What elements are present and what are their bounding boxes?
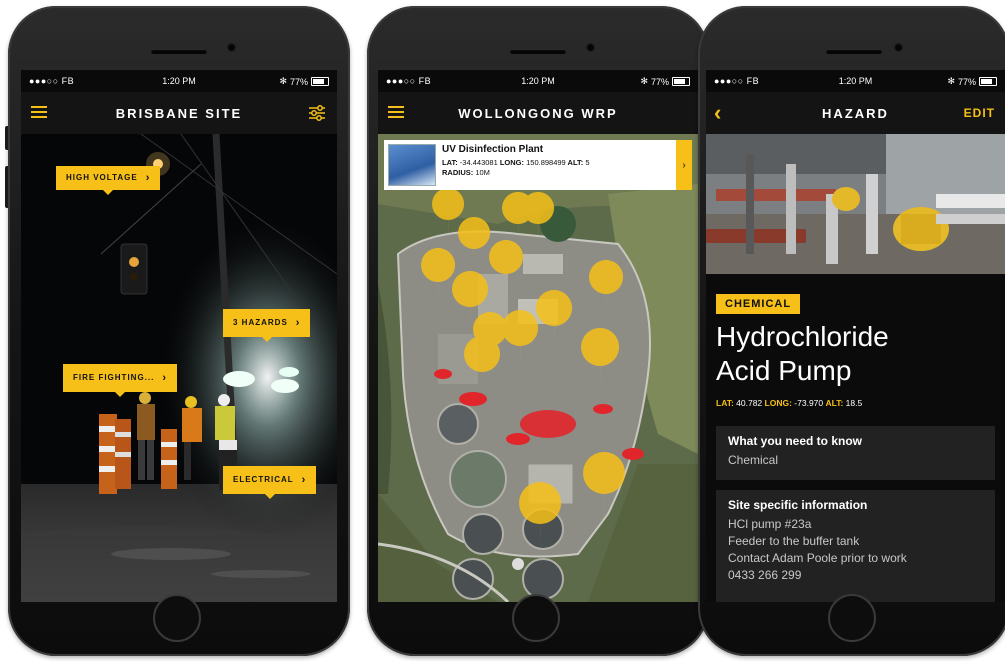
front-camera <box>586 43 595 52</box>
battery-percent: 77% <box>650 76 669 87</box>
location-thumbnail <box>388 144 436 186</box>
hazard-tag-electrical[interactable]: ELECTRICAL › <box>223 466 317 499</box>
chevron-right-icon[interactable]: › <box>676 140 692 190</box>
hazard-coordinates: LAT: 40.782 LONG: -73.970 ALT: 18.5 <box>716 398 862 408</box>
location-callout[interactable]: UV Disinfection Plant LAT: -34.443081 LO… <box>384 140 692 190</box>
tag-label: ELECTRICAL <box>233 475 294 484</box>
earpiece-speaker <box>826 49 882 54</box>
satellite-map[interactable]: UV Disinfection Plant LAT: -34.443081 LO… <box>378 134 698 602</box>
category-badge: CHEMICAL <box>716 294 801 314</box>
battery-percent: 77% <box>289 76 308 87</box>
status-right: ✻ 77% <box>640 76 690 87</box>
lat-value: -34.443081 <box>459 158 498 167</box>
lat-label: LAT: <box>442 158 458 167</box>
nav-bar: BRISBANE SITE <box>21 92 337 134</box>
status-bar: ●●●○○ FB 1:20 PM ✻ 77% <box>21 70 337 92</box>
pump-photo <box>706 134 1005 274</box>
alt-value: 18.5 <box>845 398 863 408</box>
hazard-tag-fire-fighting[interactable]: FIRE FIGHTING... › <box>63 364 178 397</box>
page-title: WOLLONGONG WRP <box>458 106 618 121</box>
card-body-line: Chemical <box>728 453 779 467</box>
front-camera <box>227 43 236 52</box>
tag-label: FIRE FIGHTING... <box>73 373 155 382</box>
info-card-what-to-know: What you need to know Chemical <box>716 426 995 480</box>
chevron-right-icon: › <box>295 317 301 329</box>
tag-label: 3 HAZARDS <box>233 318 288 327</box>
chevron-right-icon: › <box>301 474 307 486</box>
phone-frame-hazard: ●●●○○ FB 1:20 PM ✻ 77% ‹ HAZARD EDIT CHE… <box>698 6 1005 656</box>
volume-up-button <box>5 166 8 208</box>
phone-frame-brisbane: ●●●○○ FB 1:20 PM ✻ 77% BRISBANE SITE HIG… <box>5 6 350 656</box>
hazard-detail: CHEMICAL Hydrochloride Acid Pump LAT: 40… <box>706 134 1005 602</box>
long-value: 150.898499 <box>526 158 566 167</box>
card-body-line: 0433 266 299 <box>728 568 802 582</box>
alt-label: ALT: <box>567 158 584 167</box>
radius-value: 10M <box>475 168 490 177</box>
card-heading: Site specific information <box>728 498 868 512</box>
nav-bar: ‹ HAZARD EDIT <box>706 92 1005 134</box>
radius-label: RADIUS: <box>442 168 474 177</box>
earpiece-speaker <box>510 49 566 54</box>
card-body-line: HCl pump #23a <box>728 517 812 531</box>
card-heading: What you need to know <box>728 434 862 448</box>
bluetooth-icon: ✻ <box>947 76 955 86</box>
tag-label: HIGH VOLTAGE <box>66 173 138 182</box>
status-right: ✻ 77% <box>279 76 329 87</box>
bluetooth-icon: ✻ <box>279 76 287 86</box>
info-card-site-specific: Site specific information HCl pump #23a … <box>716 490 995 602</box>
screen-brisbane-site: ●●●○○ FB 1:20 PM ✻ 77% BRISBANE SITE HIG… <box>21 70 337 602</box>
card-body-line: Feeder to the buffer tank <box>728 534 860 548</box>
site-photo: HIGH VOLTAGE › 3 HAZARDS › FIRE FIGHTING… <box>21 134 337 602</box>
hazard-title-line2: Acid Pump <box>716 355 852 386</box>
callout-info: UV Disinfection Plant LAT: -34.443081 LO… <box>440 140 676 190</box>
page-title: HAZARD <box>822 106 889 121</box>
screen-hazard-detail: ●●●○○ FB 1:20 PM ✻ 77% ‹ HAZARD EDIT CHE… <box>706 70 1005 602</box>
hazard-title: Hydrochloride Acid Pump <box>716 320 889 388</box>
bluetooth-icon: ✻ <box>640 76 648 86</box>
home-button <box>512 594 560 642</box>
filter-icon[interactable] <box>307 103 327 123</box>
page-title: BRISBANE SITE <box>115 106 243 121</box>
alt-value: 5 <box>585 158 590 167</box>
alt-label: ALT: <box>825 398 844 408</box>
nav-bar: WOLLONGONG WRP <box>378 92 698 134</box>
hazard-photo <box>706 134 1005 274</box>
hazard-tag-high-voltage[interactable]: HIGH VOLTAGE › <box>56 166 161 195</box>
front-camera <box>894 43 903 52</box>
hazard-title-line1: Hydrochloride <box>716 321 889 352</box>
lat-label: LAT: <box>716 398 734 408</box>
callout-radius: RADIUS: 10M <box>442 168 674 178</box>
edit-button[interactable]: EDIT <box>964 106 995 120</box>
screen-wollongong-map: ●●●○○ FB 1:20 PM ✻ 77% WOLLONGONG WRP UV… <box>378 70 698 602</box>
battery-icon <box>672 77 690 86</box>
long-value: -73.970 <box>794 398 824 408</box>
home-button <box>153 594 201 642</box>
battery-percent: 77% <box>957 76 976 87</box>
hazard-markers[interactable] <box>378 134 698 602</box>
long-label: LONG: <box>764 398 792 408</box>
card-body-line: Contact Adam Poole prior to work <box>728 551 907 565</box>
map-pin-icon[interactable] <box>421 188 626 552</box>
home-button <box>828 594 876 642</box>
callout-coords: LAT: -34.443081 LONG: 150.898499 ALT: 5 <box>442 158 674 168</box>
status-right: ✻ 77% <box>947 76 997 87</box>
status-bar: ●●●○○ FB 1:20 PM ✻ 77% <box>706 70 1005 92</box>
callout-title: UV Disinfection Plant <box>442 144 544 155</box>
mute-switch <box>5 126 8 150</box>
long-label: LONG: <box>499 158 525 167</box>
chevron-right-icon: › <box>145 172 151 184</box>
hazard-tag-3-hazards[interactable]: 3 HAZARDS › <box>223 309 311 342</box>
earpiece-speaker <box>151 49 207 54</box>
lat-value: 40.782 <box>736 398 763 408</box>
battery-icon <box>311 77 329 86</box>
phone-frame-wollongong: ●●●○○ FB 1:20 PM ✻ 77% WOLLONGONG WRP UV… <box>367 6 709 656</box>
battery-icon <box>979 77 997 86</box>
status-bar: ●●●○○ FB 1:20 PM ✻ 77% <box>378 70 698 92</box>
chevron-right-icon: › <box>162 372 168 384</box>
